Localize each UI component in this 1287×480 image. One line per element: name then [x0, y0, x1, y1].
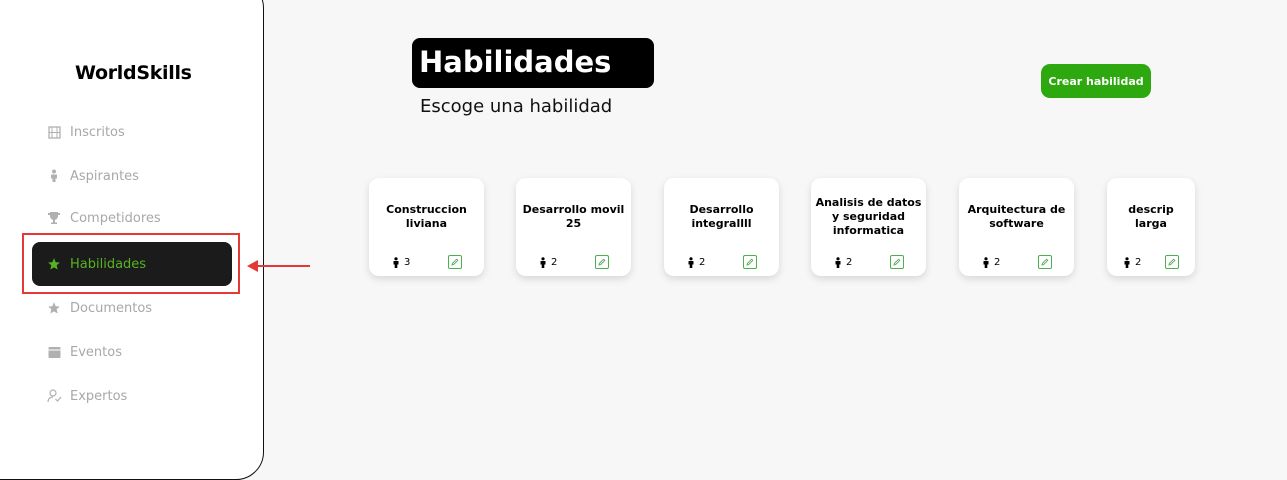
skill-count: 2: [834, 257, 852, 268]
edit-skill-button[interactable]: [890, 255, 904, 269]
page-subtitle: Escoge una habilidad: [420, 96, 613, 117]
pencil-icon: [746, 258, 754, 266]
annotation-arrow-icon: [247, 260, 310, 272]
annotation-highlight-box: [22, 233, 240, 294]
edit-skill-button[interactable]: [743, 255, 757, 269]
person-icon: [1124, 257, 1130, 268]
skill-count: 2: [1123, 257, 1141, 268]
skill-name: Analisis de datos y seguridad informatic…: [815, 196, 922, 237]
sidebar-item-aspirantes[interactable]: Aspirantes: [32, 154, 232, 198]
edit-skill-button[interactable]: [448, 255, 462, 269]
skill-count-value: 2: [699, 257, 706, 268]
sidebar-item-expertos[interactable]: Expertos: [32, 374, 232, 418]
pencil-icon: [598, 258, 606, 266]
edit-skill-button[interactable]: [595, 255, 609, 269]
skill-count-value: 2: [551, 257, 558, 268]
skill-name: Arquitectura de software: [967, 203, 1066, 230]
skill-name: descrip larga: [1128, 203, 1174, 230]
star-icon: [46, 300, 62, 316]
sidebar-item-label: Expertos: [70, 388, 128, 404]
person-icon: [835, 257, 841, 268]
person-icon: [688, 257, 694, 268]
skill-card[interactable]: descrip larga 2: [1107, 178, 1195, 276]
skill-count-value: 3: [404, 257, 411, 268]
edit-skill-button[interactable]: [1038, 255, 1052, 269]
skill-name: Construccion liviana: [386, 203, 467, 230]
pencil-icon: [1168, 258, 1176, 266]
skill-count: 2: [687, 257, 705, 268]
skill-count-value: 2: [1135, 257, 1142, 268]
pencil-icon: [1041, 258, 1049, 266]
create-skill-button[interactable]: Crear habilidad: [1041, 64, 1151, 98]
person-icon: [983, 257, 989, 268]
edit-skill-button[interactable]: [1165, 255, 1179, 269]
person-icon: [46, 168, 62, 184]
skill-card[interactable]: Analisis de datos y seguridad informatic…: [811, 178, 926, 276]
sidebar-item-inscritos[interactable]: Inscritos: [32, 110, 232, 154]
skill-count-value: 2: [994, 257, 1001, 268]
pencil-icon: [893, 258, 901, 266]
skill-count: 3: [392, 257, 410, 268]
page-title: Habilidades: [412, 38, 654, 88]
skill-name: Desarrollo integrallll: [689, 203, 754, 230]
trophy-icon: [46, 210, 62, 226]
sidebar-item-label: Documentos: [70, 300, 153, 316]
skill-count: 2: [982, 257, 1000, 268]
user-check-icon: [46, 388, 62, 404]
calendar-icon: [46, 344, 62, 360]
skill-count-value: 2: [846, 257, 853, 268]
skill-card[interactable]: Arquitectura de software 2: [959, 178, 1074, 276]
sidebar-item-label: Competidores: [70, 210, 161, 226]
person-icon: [393, 257, 399, 268]
sidebar-item-label: Inscritos: [70, 124, 125, 140]
sidebar-item-eventos[interactable]: Eventos: [32, 330, 232, 374]
brand-logo: WorldSkills: [75, 62, 192, 84]
sidebar-item-label: Aspirantes: [70, 168, 139, 184]
grid-icon: [46, 124, 62, 140]
skill-count: 2: [539, 257, 557, 268]
skill-card[interactable]: Desarrollo integrallll 2: [664, 178, 779, 276]
sidebar-item-label: Eventos: [70, 344, 122, 360]
skill-card[interactable]: Construccion liviana 3: [369, 178, 484, 276]
pencil-icon: [451, 258, 459, 266]
person-icon: [540, 257, 546, 268]
skill-card[interactable]: Desarrollo movil 25 2: [516, 178, 631, 276]
skill-name: Desarrollo movil 25: [522, 203, 625, 230]
